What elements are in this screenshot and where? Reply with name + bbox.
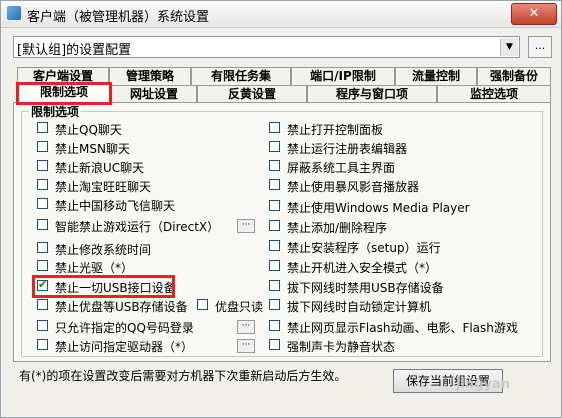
checkbox[interactable] (269, 240, 280, 251)
chevron-down-icon[interactable]: ▼ (500, 38, 518, 56)
checkbox[interactable] (197, 299, 208, 310)
tab-management-policy[interactable]: 管理策略 (109, 67, 191, 86)
checkbox[interactable] (269, 141, 280, 152)
games-more-button[interactable]: ··· (237, 219, 255, 233)
checkbox[interactable] (37, 299, 48, 310)
checkbox[interactable] (37, 160, 48, 171)
checkbox[interactable] (37, 219, 48, 230)
checkbox[interactable] (269, 339, 280, 350)
checkbox[interactable] (37, 179, 48, 190)
qq-numbers-more-button[interactable]: ··· (237, 320, 255, 334)
highlight-tab-box (16, 82, 112, 105)
checkbox[interactable] (269, 320, 280, 331)
tab-forced-backup[interactable]: 强制备份 (477, 67, 551, 86)
close-button[interactable]: ✕ (511, 3, 557, 25)
checkbox[interactable] (37, 141, 48, 152)
config-select-value: [默认组]的设置配置 (17, 43, 132, 58)
config-select[interactable]: [默认组]的设置配置 ▼ (13, 36, 520, 58)
highlight-usb-option-box (32, 275, 175, 298)
tab-port-ip-limit[interactable]: 端口/IP限制 (291, 67, 395, 86)
checkbox[interactable] (269, 200, 280, 211)
drives-more-button[interactable]: ··· (237, 339, 255, 353)
title-bar: 客户端（被管理机器）系统设置 ✕ (1, 1, 561, 28)
checkbox[interactable] (37, 198, 48, 209)
window-title: 客户端（被管理机器）系统设置 (27, 10, 210, 25)
checkbox[interactable] (37, 339, 48, 350)
tab-traffic-control[interactable]: 流量控制 (395, 67, 477, 86)
checkbox[interactable] (37, 242, 48, 253)
app-icon (7, 6, 21, 20)
footnote-text: 有(*)的项在设置改变后需要对方机器下次重新启动后方生效。 (19, 369, 347, 383)
watermark: jingyan (456, 377, 510, 392)
checkbox[interactable] (269, 122, 280, 133)
checkbox[interactable] (269, 160, 280, 171)
checkbox[interactable] (269, 299, 280, 310)
checkbox[interactable] (37, 122, 48, 133)
tab-limited-tasks[interactable]: 有限任务集 (191, 67, 291, 86)
settings-window: 客户端（被管理机器）系统设置 ✕ [默认组]的设置配置 ▼ ... 客户端设置 … (0, 0, 562, 418)
group-title: 限制选项 (29, 103, 82, 120)
checkbox[interactable] (269, 179, 280, 190)
checkbox[interactable] (269, 260, 280, 271)
browse-button[interactable]: ... (528, 36, 552, 58)
checkbox[interactable] (37, 320, 48, 331)
checkbox[interactable] (37, 260, 48, 271)
checkbox[interactable] (269, 220, 280, 231)
checkbox[interactable] (269, 280, 280, 291)
